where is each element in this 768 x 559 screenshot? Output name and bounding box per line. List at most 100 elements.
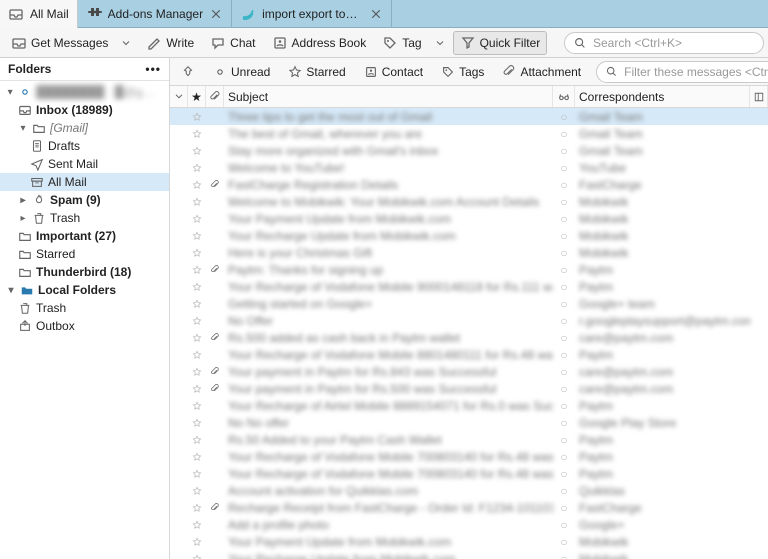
message-row[interactable]: Your payment in Paytm for Rs.843 was Suc… bbox=[170, 363, 768, 380]
message-row[interactable]: Your Recharge of Vodafone Mobile 7008031… bbox=[170, 465, 768, 482]
address-book-button[interactable]: Address Book bbox=[265, 31, 374, 55]
message-row[interactable]: Welcome to Mobikwik: Your Mobikwik.com A… bbox=[170, 193, 768, 210]
qf-pin[interactable] bbox=[174, 61, 202, 83]
star-icon[interactable] bbox=[188, 298, 206, 310]
star-icon[interactable] bbox=[188, 434, 206, 446]
message-row[interactable]: No No offer○Google Play Store bbox=[170, 414, 768, 431]
read-indicator[interactable]: ○ bbox=[553, 144, 575, 158]
folder-drafts[interactable]: Drafts bbox=[0, 137, 169, 155]
folder-sent-mail[interactable]: Sent Mail bbox=[0, 155, 169, 173]
get-messages-dropdown[interactable] bbox=[115, 33, 137, 53]
message-list[interactable]: Three tips to get the most out of Gmail○… bbox=[170, 108, 768, 559]
tag-dropdown[interactable] bbox=[429, 33, 451, 53]
read-indicator[interactable]: ○ bbox=[553, 280, 575, 294]
star-icon[interactable] bbox=[188, 366, 206, 378]
qf-attachment[interactable]: Attachment bbox=[495, 61, 588, 83]
star-icon[interactable] bbox=[188, 264, 206, 276]
tab-all-mail[interactable]: All Mail bbox=[0, 0, 78, 28]
star-icon[interactable] bbox=[188, 536, 206, 548]
read-indicator[interactable]: ○ bbox=[553, 263, 575, 277]
message-row[interactable]: Here is your Christmas Gift○Mobikwik bbox=[170, 244, 768, 261]
folder-trash[interactable]: ▸ Trash bbox=[0, 209, 169, 227]
star-icon[interactable] bbox=[188, 417, 206, 429]
read-indicator[interactable]: ○ bbox=[553, 212, 575, 226]
read-indicator[interactable]: ○ bbox=[553, 450, 575, 464]
star-icon[interactable] bbox=[188, 332, 206, 344]
read-indicator[interactable]: ○ bbox=[553, 535, 575, 549]
read-indicator[interactable]: ○ bbox=[553, 518, 575, 532]
get-messages-button[interactable]: Get Messages bbox=[4, 31, 115, 55]
read-indicator[interactable]: ○ bbox=[553, 382, 575, 396]
star-icon[interactable] bbox=[188, 162, 206, 174]
folder-local-trash[interactable]: Trash bbox=[0, 299, 169, 317]
twisty-icon[interactable]: ▸ bbox=[18, 213, 28, 224]
read-indicator[interactable]: ○ bbox=[553, 348, 575, 362]
star-icon[interactable] bbox=[188, 111, 206, 123]
message-row[interactable]: Your Recharge Update from Mobikwik.com○M… bbox=[170, 227, 768, 244]
twisty-icon[interactable]: ▸ bbox=[18, 195, 28, 206]
message-row[interactable]: Your payment in Paytm for Rs.500 was Suc… bbox=[170, 380, 768, 397]
twisty-icon[interactable]: ▾ bbox=[6, 285, 16, 296]
twisty-icon[interactable]: ▾ bbox=[18, 123, 28, 134]
star-icon[interactable] bbox=[188, 196, 206, 208]
star-icon[interactable] bbox=[188, 502, 206, 514]
global-search-input[interactable] bbox=[593, 36, 755, 50]
read-indicator[interactable]: ○ bbox=[553, 229, 575, 243]
star-icon[interactable] bbox=[188, 179, 206, 191]
message-row[interactable]: Three tips to get the most out of Gmail○… bbox=[170, 108, 768, 125]
message-row[interactable]: Paytm: Thanks for signing up○Paytm bbox=[170, 261, 768, 278]
message-row[interactable]: Your Recharge of Airtel Mobile 888915407… bbox=[170, 397, 768, 414]
star-icon[interactable] bbox=[188, 230, 206, 242]
twisty-icon[interactable]: ▾ bbox=[6, 87, 14, 98]
message-filter-input[interactable] bbox=[624, 65, 768, 79]
close-icon[interactable] bbox=[209, 7, 223, 21]
quick-filter-button[interactable]: Quick Filter bbox=[453, 31, 548, 55]
message-row[interactable]: Your Payment Update from Mobikwik.com○Mo… bbox=[170, 210, 768, 227]
star-icon[interactable] bbox=[188, 349, 206, 361]
read-indicator[interactable]: ○ bbox=[553, 195, 575, 209]
message-row[interactable]: Your Recharge of Vodafone Mobile 9000148… bbox=[170, 278, 768, 295]
star-icon[interactable] bbox=[188, 315, 206, 327]
message-row[interactable]: Rs.500 added as cash back in Paytm walle… bbox=[170, 329, 768, 346]
read-indicator[interactable]: ○ bbox=[553, 161, 575, 175]
read-indicator[interactable]: ○ bbox=[553, 297, 575, 311]
message-row[interactable]: Recharge Receipt from FastCharge - Order… bbox=[170, 499, 768, 516]
col-correspondents[interactable]: Correspondents bbox=[575, 86, 750, 107]
col-subject[interactable]: Subject bbox=[224, 86, 553, 107]
star-icon[interactable] bbox=[188, 553, 206, 559]
qf-unread[interactable]: Unread bbox=[206, 61, 277, 83]
chat-button[interactable]: Chat bbox=[203, 31, 262, 55]
folder-thunderbird[interactable]: Thunderbird (18) bbox=[0, 263, 169, 281]
folder-spam[interactable]: ▸ Spam (9) bbox=[0, 191, 169, 209]
star-icon[interactable] bbox=[188, 400, 206, 412]
message-row[interactable]: Stay more organized with Gmail's inbox○G… bbox=[170, 142, 768, 159]
message-row[interactable]: Your Recharge of Vodafone Mobile 8801480… bbox=[170, 346, 768, 363]
read-indicator[interactable]: ○ bbox=[553, 246, 575, 260]
folder-important[interactable]: Important (27) bbox=[0, 227, 169, 245]
read-indicator[interactable]: ○ bbox=[553, 365, 575, 379]
col-attachment[interactable] bbox=[206, 86, 224, 107]
read-indicator[interactable]: ○ bbox=[553, 110, 575, 124]
folder-starred[interactable]: Starred bbox=[0, 245, 169, 263]
read-indicator[interactable]: ○ bbox=[553, 501, 575, 515]
message-filter-box[interactable] bbox=[596, 61, 768, 83]
read-indicator[interactable]: ○ bbox=[553, 178, 575, 192]
read-indicator[interactable]: ○ bbox=[553, 552, 575, 559]
message-row[interactable]: Welcome to YouTube!○YouTube bbox=[170, 159, 768, 176]
read-indicator[interactable]: ○ bbox=[553, 433, 575, 447]
message-row[interactable]: FastCharge Registration Details○FastChar… bbox=[170, 176, 768, 193]
account-local-folders[interactable]: ▾ Local Folders bbox=[0, 281, 169, 299]
read-indicator[interactable]: ○ bbox=[553, 314, 575, 328]
message-row[interactable]: Add a profile photo○Google+ bbox=[170, 516, 768, 533]
column-picker[interactable] bbox=[750, 86, 768, 107]
folder-pane-options[interactable]: ••• bbox=[145, 62, 161, 76]
message-row[interactable]: Rs.50 Added to your Paytm Cash Wallet○Pa… bbox=[170, 431, 768, 448]
star-icon[interactable] bbox=[188, 485, 206, 497]
star-icon[interactable] bbox=[188, 519, 206, 531]
read-indicator[interactable]: ○ bbox=[553, 127, 575, 141]
star-icon[interactable] bbox=[188, 128, 206, 140]
message-row[interactable]: Getting started on Google+○Google+ team bbox=[170, 295, 768, 312]
read-indicator[interactable]: ○ bbox=[553, 416, 575, 430]
tag-button[interactable]: Tag bbox=[375, 31, 428, 55]
write-button[interactable]: Write bbox=[139, 31, 201, 55]
